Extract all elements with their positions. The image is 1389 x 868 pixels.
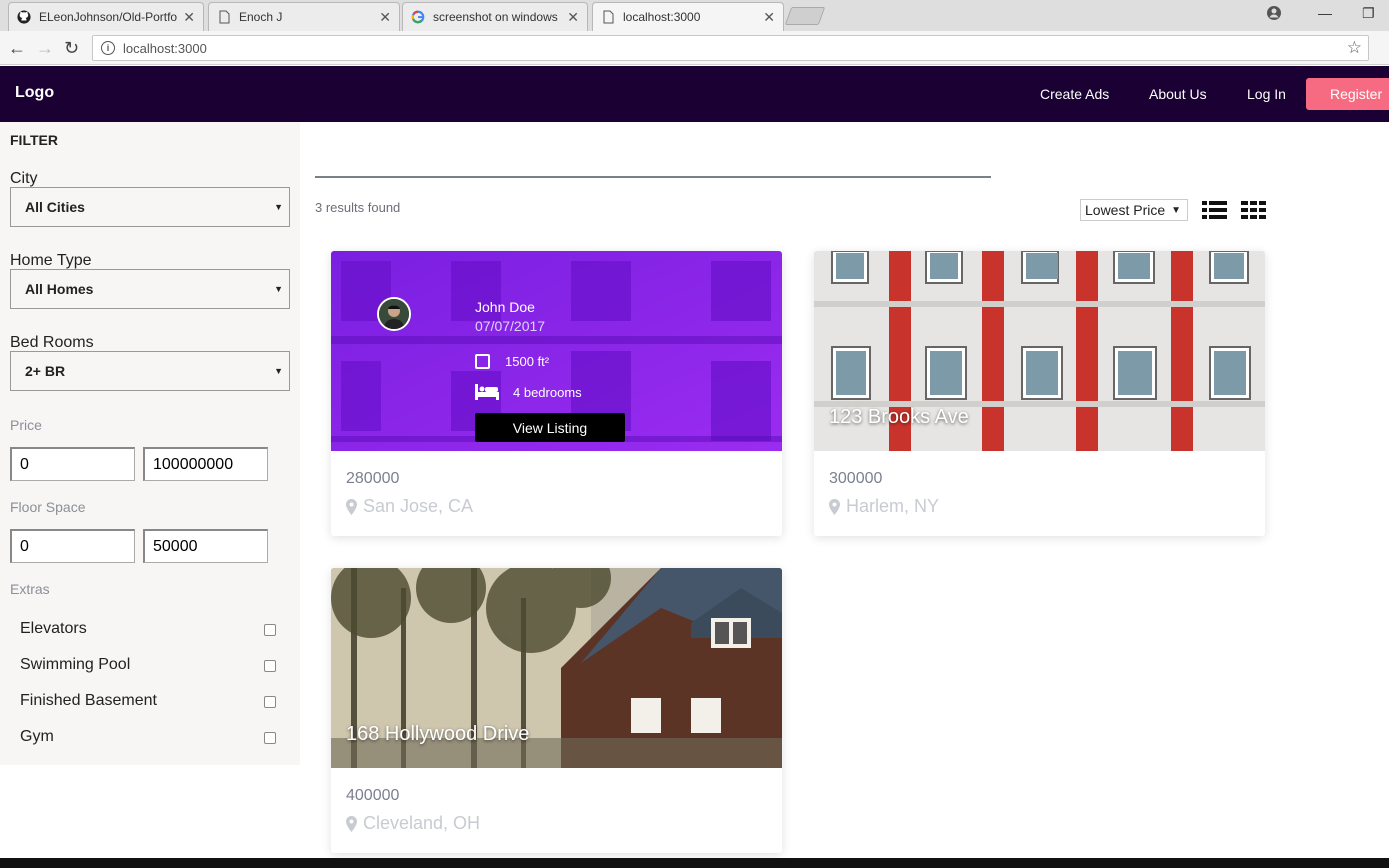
price-max-input[interactable]: 100000000 [143, 447, 268, 481]
listing-location-text: Cleveland, OH [363, 813, 481, 833]
filter-title: FILTER [10, 132, 58, 148]
extra-finished-basement-label: Finished Basement [20, 692, 157, 709]
close-icon[interactable]: ✕ [763, 9, 775, 26]
os-taskbar [0, 858, 1389, 868]
map-pin-icon [829, 498, 840, 515]
floor-space-max-input[interactable]: 50000 [143, 529, 268, 563]
bedrooms-label: Bed Rooms [10, 334, 94, 351]
floor-space-min-input[interactable]: 0 [10, 529, 135, 563]
bedrooms-info: 4 bedrooms [475, 384, 582, 400]
city-select-value: All Cities [25, 199, 85, 215]
tab-title: Enoch J [239, 10, 283, 24]
nav-log-in[interactable]: Log In [1247, 86, 1286, 102]
sort-select[interactable]: Lowest Price ▼ [1080, 199, 1188, 221]
home-type-select-value: All Homes [25, 281, 94, 297]
extra-elevators-checkbox[interactable] [264, 624, 276, 636]
listing-location: Harlem, NY [829, 496, 939, 517]
listing-date: 07/07/2017 [475, 318, 546, 334]
close-icon[interactable]: ✕ [379, 9, 391, 26]
price-label: Price [10, 417, 42, 433]
bedrooms-select-value: 2+ BR [25, 363, 66, 379]
caret-down-icon: ▼ [1171, 204, 1181, 216]
browser-tab-github[interactable]: ELeonJohnson/Old-Portfo ✕ [8, 2, 204, 31]
github-icon [17, 10, 31, 24]
caret-down-icon: ▼ [274, 366, 283, 376]
map-pin-icon [346, 498, 357, 515]
google-icon [411, 10, 425, 24]
list-view-icon[interactable] [1202, 200, 1227, 225]
listing-address: 123 Brooks Ave [829, 406, 969, 428]
listing-card[interactable]: 123 Brooks Ave 300000 Harlem, NY [814, 251, 1265, 536]
bed-icon [475, 384, 499, 400]
floor-space-label: Floor Space [10, 499, 86, 515]
extra-elevators-label: Elevators [20, 620, 87, 637]
back-icon[interactable]: ← [8, 38, 26, 59]
info-icon[interactable]: i [101, 41, 115, 55]
filter-sidebar: FILTER City All Cities ▼ Home Type All H… [0, 122, 300, 765]
city-select[interactable]: All Cities ▼ [10, 187, 290, 227]
caret-down-icon: ▼ [274, 284, 283, 294]
nav-create-ads[interactable]: Create Ads [1040, 86, 1109, 102]
listing-address: 168 Hollywood Drive [346, 723, 530, 745]
listing-location-text: San Jose, CA [363, 496, 474, 516]
listing-location-text: Harlem, NY [846, 496, 940, 516]
browser-tab-localhost[interactable]: localhost:3000 ✕ [592, 2, 784, 31]
profile-icon[interactable] [1266, 5, 1282, 24]
extra-gym-label: Gym [20, 728, 54, 745]
bedrooms-text: 4 bedrooms [513, 384, 582, 400]
browser-tab-google[interactable]: screenshot on windows 1 ✕ [402, 2, 588, 31]
address-text: localhost:3000 [123, 40, 207, 56]
extra-gym-checkbox[interactable] [264, 732, 276, 744]
sort-select-value: Lowest Price [1085, 202, 1166, 218]
tab-title: ELeonJohnson/Old-Portfo [39, 10, 178, 24]
browser-tabstrip: ELeonJohnson/Old-Portfo ✕ Enoch J ✕ scre… [0, 0, 1389, 31]
browser-toolbar: ← → ↻ i localhost:3000 ☆ [0, 31, 1389, 65]
restore-icon[interactable]: ❐ [1362, 5, 1375, 22]
bookmark-star-icon[interactable]: ☆ [1347, 38, 1362, 58]
grid-view-icon[interactable] [1241, 200, 1266, 225]
nav-about-us[interactable]: About Us [1149, 86, 1207, 102]
extra-swimming-pool-checkbox[interactable] [264, 660, 276, 672]
floor-space-text: 1500 ft² [505, 354, 550, 369]
agent-name: John Doe [475, 299, 535, 315]
logo[interactable]: Logo [15, 84, 54, 102]
search-underline[interactable] [315, 176, 991, 178]
price-min-input[interactable]: 0 [10, 447, 135, 481]
bedrooms-select[interactable]: 2+ BR ▼ [10, 351, 290, 391]
extra-finished-basement-checkbox[interactable] [264, 696, 276, 708]
tab-title: screenshot on windows 1 [433, 10, 562, 24]
extras-label: Extras [10, 581, 50, 597]
close-icon[interactable]: ✕ [567, 9, 579, 26]
view-listing-button[interactable]: View Listing [475, 413, 625, 442]
listing-card[interactable]: John Doe 07/07/2017 1500 ft² 4 bedrooms … [331, 251, 782, 536]
new-tab-button[interactable] [784, 7, 826, 25]
register-button[interactable]: Register [1306, 78, 1389, 110]
forward-icon[interactable]: → [36, 38, 54, 59]
home-type-label: Home Type [10, 252, 92, 269]
listing-card[interactable]: 168 Hollywood Drive 400000 Cleveland, OH [331, 568, 782, 853]
reload-icon[interactable]: ↻ [64, 38, 79, 59]
listing-location: San Jose, CA [346, 496, 473, 517]
map-pin-icon [346, 815, 357, 832]
page-icon [601, 10, 615, 24]
app-header: Logo Create Ads About Us Log In Register [0, 66, 1389, 122]
listing-price: 400000 [346, 787, 400, 804]
listing-price: 280000 [346, 470, 400, 487]
results-count: 3 results found [315, 200, 401, 215]
address-bar[interactable]: i localhost:3000 ☆ [92, 35, 1369, 61]
floor-space-info: 1500 ft² [475, 354, 549, 369]
page-icon [217, 10, 231, 24]
minimize-icon[interactable]: — [1318, 5, 1332, 21]
avatar[interactable] [377, 297, 411, 331]
square-icon [475, 354, 490, 369]
tab-title: localhost:3000 [623, 10, 701, 24]
listing-location: Cleveland, OH [346, 813, 480, 834]
extra-swimming-pool-label: Swimming Pool [20, 656, 131, 673]
home-type-select[interactable]: All Homes ▼ [10, 269, 290, 309]
city-label: City [10, 170, 38, 187]
listing-price: 300000 [829, 470, 883, 487]
caret-down-icon: ▼ [274, 202, 283, 212]
close-icon[interactable]: ✕ [183, 9, 195, 26]
browser-tab-enoch[interactable]: Enoch J ✕ [208, 2, 400, 31]
